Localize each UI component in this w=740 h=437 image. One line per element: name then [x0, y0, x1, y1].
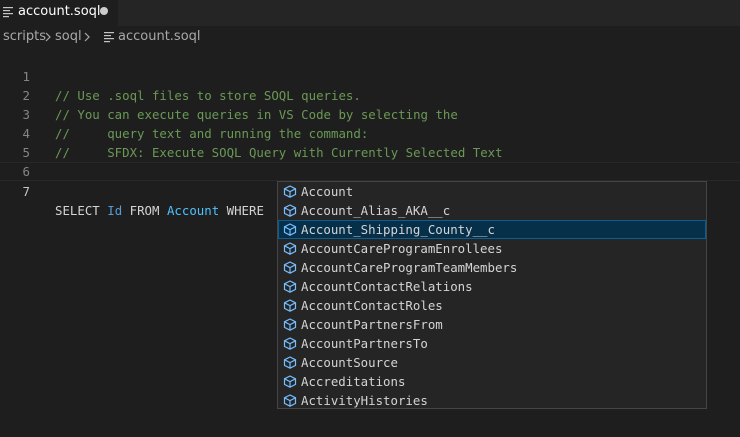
suggestion-item[interactable]: Account_Alias_AKA__c: [278, 201, 706, 220]
cube-icon: [283, 261, 297, 274]
code-line[interactable]: 6: [0, 143, 740, 179]
breadcrumb-item-file[interactable]: account.soql: [118, 29, 201, 44]
select-keyword: SELECT: [55, 203, 100, 218]
cube-icon: [283, 356, 297, 369]
breadcrumb: scripts soql account.soql: [0, 27, 740, 47]
cube-icon: [283, 223, 297, 236]
suggestion-item[interactable]: Account_Shipping_County__c: [278, 220, 706, 239]
file-lines-icon: [104, 32, 114, 43]
cube-icon: [283, 318, 297, 331]
file-lines-icon: [3, 7, 13, 18]
suggestion-item[interactable]: Accreditations: [278, 372, 706, 391]
suggestion-label: AccountCareProgramEnrollees: [301, 241, 503, 256]
suggestion-item[interactable]: Account: [278, 182, 706, 201]
suggestion-label: AccountContactRelations: [301, 279, 473, 294]
suggestion-item[interactable]: AccountCareProgramEnrollees: [278, 239, 706, 258]
unsaved-dot-icon[interactable]: [100, 7, 108, 15]
code-line[interactable]: 1 // Use .soql files to store SOQL queri…: [0, 48, 740, 103]
cube-icon: [283, 280, 297, 293]
chevron-right-icon: [84, 32, 90, 42]
current-code-line[interactable]: 7 SELECT Id FROM Account WHERE: [0, 162, 740, 218]
object-token: Account: [166, 203, 220, 218]
tab-label: account.soql: [18, 4, 101, 19]
suggestion-label: Account_Alias_AKA__c: [301, 203, 451, 218]
cube-icon: [283, 185, 297, 198]
from-keyword: FROM: [129, 203, 160, 218]
cube-icon: [283, 242, 297, 255]
code-line[interactable]: 4 // SFDX: Execute SOQL Query with Curre…: [0, 105, 740, 160]
suggestion-item[interactable]: ActivityHistories: [278, 391, 706, 410]
code-line[interactable]: 3 // query text and running the command:: [0, 86, 740, 141]
suggestion-item[interactable]: AccountContactRoles: [278, 296, 706, 315]
code-line[interactable]: 5: [0, 124, 740, 160]
chevron-right-icon: [45, 32, 51, 42]
suggestion-label: Account: [301, 184, 354, 199]
suggestion-label: AccountContactRoles: [301, 298, 443, 313]
cube-icon: [283, 375, 297, 388]
suggestion-label: AccountPartnersFrom: [301, 317, 443, 332]
where-keyword: WHERE: [226, 203, 264, 218]
tab-account-soql[interactable]: account.soql: [0, 0, 118, 26]
suggestion-label: ActivityHistories: [301, 393, 428, 408]
soql-query-text: SELECT Id FROM Account WHERE: [55, 201, 264, 220]
suggestion-label: Account_Shipping_County__c: [301, 222, 495, 237]
suggestion-label: AccountPartnersTo: [301, 336, 428, 351]
breadcrumb-item-soql[interactable]: soql: [55, 29, 82, 44]
suggestion-item[interactable]: AccountPartnersTo: [278, 334, 706, 353]
code-line[interactable]: 2 // You can execute queries in VS Code …: [0, 67, 740, 122]
field-token: Id: [107, 203, 123, 218]
suggestion-item[interactable]: AccountContactRelations: [278, 277, 706, 296]
suggestion-item[interactable]: AccountSource: [278, 353, 706, 372]
suggestion-item[interactable]: AccountPartnersFrom: [278, 315, 706, 334]
suggestion-label: Accreditations: [301, 374, 406, 389]
breadcrumb-item-scripts[interactable]: scripts: [3, 29, 46, 44]
suggestion-item[interactable]: AccountCareProgramTeamMembers: [278, 258, 706, 277]
suggestion-label: AccountCareProgramTeamMembers: [301, 260, 518, 275]
tab-bar: account.soql: [0, 0, 740, 26]
autocomplete-suggest-widget[interactable]: Account Account_Alias_AKA__c Account_Shipp…: [277, 181, 707, 409]
line-number: 7: [22, 184, 30, 199]
cube-icon: [283, 337, 297, 350]
editor-window: account.soql scripts soql account.soql 1…: [0, 0, 740, 437]
cube-icon: [283, 204, 297, 217]
suggestion-label: AccountSource: [301, 355, 398, 370]
cube-icon: [283, 394, 297, 407]
cube-icon: [283, 299, 297, 312]
